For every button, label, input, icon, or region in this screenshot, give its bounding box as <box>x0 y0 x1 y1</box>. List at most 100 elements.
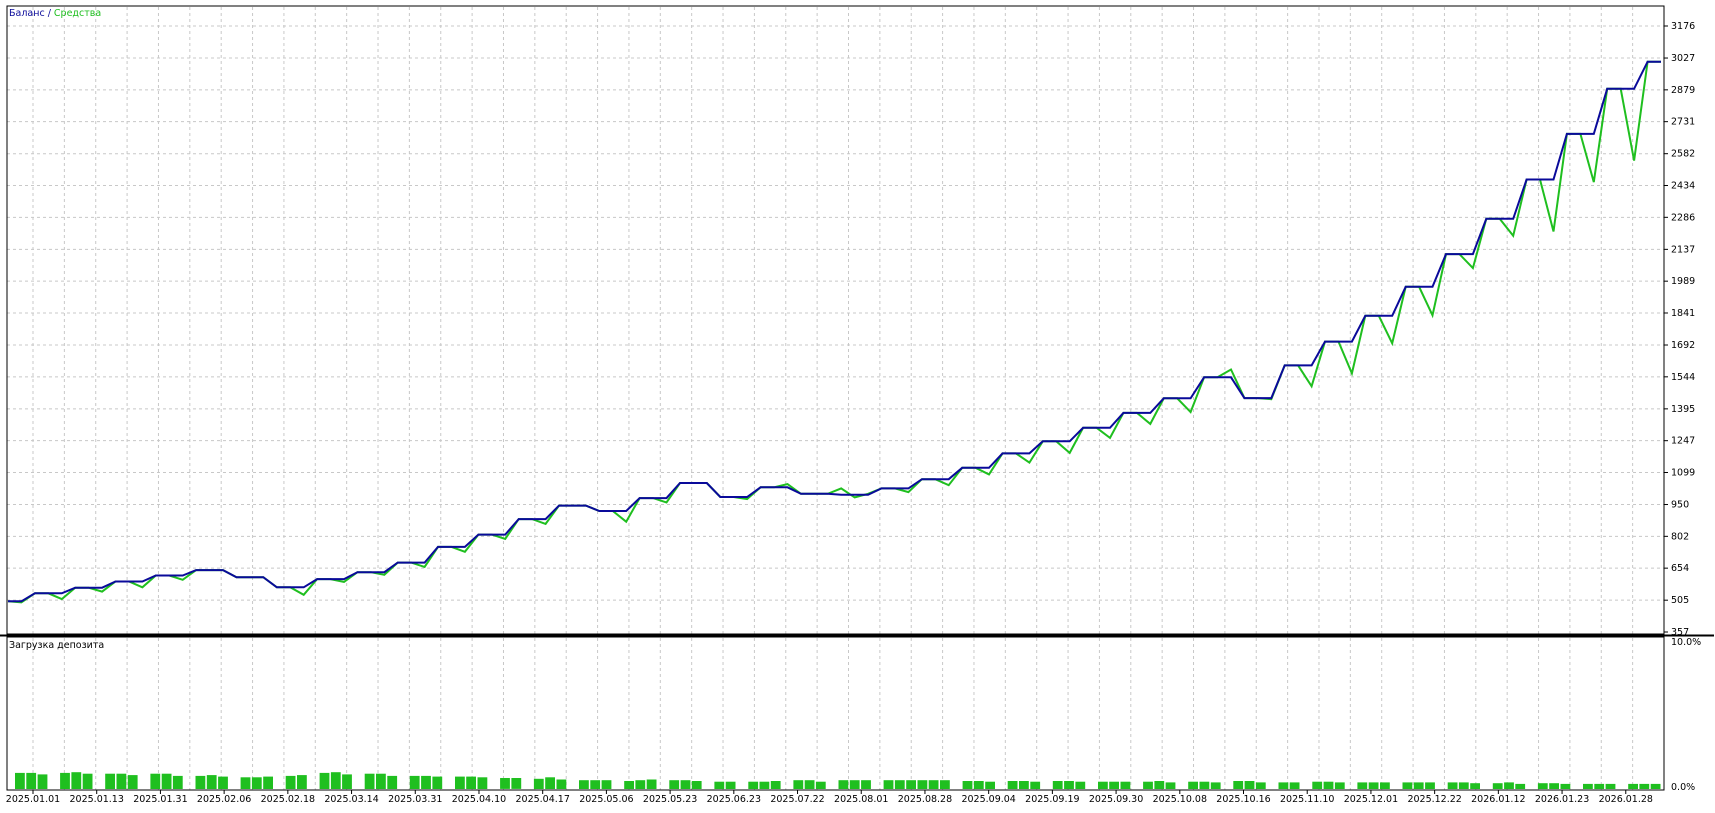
deposit-load-bar <box>973 781 984 789</box>
x-tick-label: 2026.01.28 <box>1599 794 1653 805</box>
legend-equity-label: Средства <box>54 8 101 19</box>
deposit-load-bar <box>838 780 849 789</box>
x-tick-label: 2025.12.22 <box>1407 794 1461 805</box>
deposit-load-bar <box>1154 781 1165 789</box>
y-tick-label: 654 <box>1671 563 1689 574</box>
deposit-load-bar <box>421 775 431 789</box>
strategy-tester-graph: 357 505 654 802 950 1099 1247 1395 1544 1692 1841 1… <box>0 0 1715 809</box>
deposit-load-bar <box>725 781 736 789</box>
deposit-load-bar <box>1537 783 1548 789</box>
main-y-axis-ticks: 3575056548029501099124713951544169218411… <box>1664 21 1695 638</box>
x-tick-label: 2025.03.31 <box>388 794 442 805</box>
deposit-load-bar <box>1019 781 1029 789</box>
deposit-load-bar <box>1244 781 1255 789</box>
deposit-load-bar <box>409 775 420 789</box>
deposit-load-bar <box>466 776 476 789</box>
x-tick-label: 2025.03.14 <box>324 794 378 805</box>
legend-separator: / <box>45 8 54 19</box>
y-tick-label: 3176 <box>1671 21 1695 32</box>
deposit-load-bar <box>985 781 995 789</box>
deposit-panel-frame <box>6 636 1665 791</box>
deposit-load-max-label: 10.0% <box>1671 637 1701 648</box>
deposit-load-bar <box>759 781 770 789</box>
deposit-load-bar <box>195 775 206 789</box>
x-tick-label: 2025.04.10 <box>452 794 506 805</box>
deposit-load-bar <box>150 773 161 789</box>
deposit-load-bar <box>883 780 894 789</box>
x-tick-label: 2025.05.06 <box>579 794 633 805</box>
y-tick-label: 1099 <box>1671 467 1695 478</box>
deposit-load-bar <box>1109 781 1119 789</box>
y-tick-label: 505 <box>1671 595 1689 606</box>
deposit-load-grid <box>32 638 1665 790</box>
y-tick-label: 2731 <box>1671 117 1695 128</box>
deposit-load-bar <box>60 772 70 789</box>
y-tick-label: 1692 <box>1671 340 1695 351</box>
deposit-load-bar <box>500 778 510 789</box>
chart-canvas: 3575056548029501099124713951544169218411… <box>0 5 1714 805</box>
y-tick-label: 2879 <box>1671 85 1695 96</box>
deposit-load-bar <box>533 778 544 789</box>
y-tick-label: 2582 <box>1671 149 1695 160</box>
deposit-load-bar <box>26 772 37 789</box>
deposit-load-bar <box>1210 782 1221 789</box>
deposit-load-bar <box>1030 781 1041 789</box>
deposit-load-bar <box>432 776 443 789</box>
deposit-load-bar <box>1425 782 1435 789</box>
deposit-load-bar <box>1323 781 1334 789</box>
x-tick-label: 2025.02.06 <box>197 794 251 805</box>
deposit-load-bar <box>1289 782 1300 789</box>
deposit-load-bar <box>1368 782 1379 789</box>
deposit-load-bar <box>263 776 273 789</box>
deposit-load-bar <box>1007 781 1018 789</box>
deposit-load-bar <box>1380 782 1390 789</box>
x-tick-label: 2026.01.12 <box>1471 794 1525 805</box>
deposit-load-label: Загрузка депозита <box>9 640 104 651</box>
deposit-load-bar <box>511 778 522 789</box>
deposit-load-bar <box>477 777 488 789</box>
deposit-load-bar <box>624 781 634 789</box>
deposit-load-bar <box>285 775 296 789</box>
y-tick-label: 1989 <box>1671 276 1695 287</box>
deposit-load-bar <box>714 781 725 789</box>
deposit-load-bar <box>1402 782 1413 789</box>
deposit-load-bar <box>1560 783 1571 789</box>
y-tick-label: 1841 <box>1671 308 1695 319</box>
deposit-load-bar <box>1278 782 1289 789</box>
x-tick-label: 2025.09.30 <box>1089 794 1143 805</box>
deposit-load-bar <box>1098 781 1108 789</box>
x-tick-label: 2025.01.31 <box>133 794 187 805</box>
x-tick-label: 2025.01.01 <box>6 794 60 805</box>
deposit-load-bar <box>906 780 916 789</box>
main-panel-frame <box>6 5 1665 635</box>
deposit-load-bar <box>1458 782 1469 789</box>
deposit-load-bar <box>455 776 465 789</box>
deposit-load-bar <box>251 777 262 789</box>
deposit-load-bar <box>579 780 589 789</box>
x-axis-ticks: 2025.01.01 2025.01.13 2025.01.31 2025.02.06… <box>6 790 1653 805</box>
deposit-load-bar <box>1255 782 1266 789</box>
deposit-load-bar <box>669 780 680 789</box>
y-tick-label: 2434 <box>1671 181 1695 192</box>
deposit-load-bar <box>240 777 251 789</box>
deposit-load-bar <box>680 780 691 789</box>
deposit-load-bar <box>297 775 307 789</box>
deposit-load-bar <box>1143 781 1153 789</box>
y-tick-label: 802 <box>1671 531 1689 542</box>
deposit-load-bar <box>1594 783 1605 789</box>
deposit-load-bar <box>1120 781 1131 789</box>
deposit-load-bar <box>962 781 973 789</box>
deposit-load-bar <box>940 780 950 789</box>
legend-balance-label: Баланс <box>9 8 45 19</box>
deposit-load-bar <box>206 775 217 789</box>
deposit-load-bar <box>161 773 172 789</box>
x-tick-label: 2025.01.13 <box>70 794 124 805</box>
main-chart-grid <box>7 7 1665 634</box>
deposit-load-bar <box>1549 783 1559 789</box>
deposit-load-bar <box>376 773 386 789</box>
deposit-load-bar <box>849 780 860 789</box>
deposit-load-bar <box>894 780 905 789</box>
y-tick-label: 2286 <box>1671 212 1695 223</box>
deposit-load-bar <box>1470 783 1480 789</box>
deposit-load-bar <box>1312 781 1323 789</box>
